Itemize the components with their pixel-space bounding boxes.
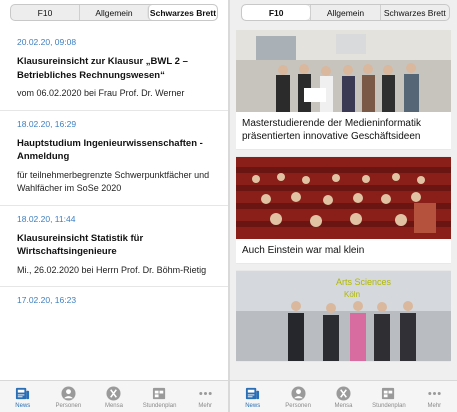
tab-mehr[interactable]: Mehr — [412, 381, 457, 412]
news-date: 17.02.20, 16:23 — [17, 295, 77, 305]
news-date: 18.02.20, 16:29 — [17, 118, 77, 129]
list-item[interactable]: 18.02.20, 11:44 Klausureinsicht Statisti… — [0, 206, 228, 287]
tab-personen[interactable]: Personen — [275, 381, 320, 412]
news-icon — [16, 387, 30, 400]
tab-stundenplan[interactable]: Stundenplan — [366, 381, 411, 412]
tab-news[interactable]: News — [230, 381, 275, 412]
news-card[interactable]: Auch Einstein war mal klein — [236, 157, 451, 263]
segmented-control: F10 Allgemein Schwarzes Brett — [10, 4, 218, 21]
more-icon — [198, 392, 212, 395]
person-icon — [61, 386, 76, 401]
right-screen: F10 Allgemein Schwarzes Brett Masterstud… — [230, 0, 457, 412]
tab-label: Personen — [285, 403, 311, 409]
news-body: für teilnehmerbegrenzte Schwerpunktfäche… — [17, 169, 210, 194]
tab-label: Mensa — [104, 403, 123, 409]
news-list[interactable]: 20.02.20, 09:08 Klausureinsicht zur Klau… — [0, 29, 228, 355]
group-photo — [236, 30, 451, 112]
news-title: Klausureinsicht zur Klausur „BWL 2 – Bet… — [17, 56, 188, 81]
mensa-icon — [106, 386, 122, 401]
mensa-icon — [336, 386, 351, 401]
tab-label: News — [245, 403, 261, 409]
segmented-control: F10 Allgemein Schwarzes Brett — [241, 4, 450, 21]
timetable-icon — [382, 387, 395, 400]
lecture-hall-photo — [236, 157, 451, 239]
news-card[interactable]: Arts Sciences Köln — [236, 271, 451, 361]
tab-label: Personen — [55, 403, 82, 409]
list-item[interactable]: 17.02.20, 16:23 — [0, 287, 228, 322]
card-title: Masterstudierende der Medieninformatik p… — [242, 118, 421, 142]
tab-news[interactable]: News — [0, 381, 46, 412]
sign-text: Köln — [344, 290, 360, 299]
list-item[interactable]: 18.02.20, 16:29 Hauptstudium Ingenieurwi… — [0, 111, 228, 206]
news-body: vom 06.02.2020 bei Frau Prof. Dr. Werner — [17, 88, 185, 98]
news-cards[interactable]: Masterstudierende der Medieninformatik p… — [236, 30, 451, 380]
news-date: 20.02.20, 09:08 — [17, 37, 77, 47]
person-icon — [291, 386, 306, 401]
tab-mensa[interactable]: Mensa — [321, 381, 366, 412]
news-body: Mi., 26.02.2020 bei Herrn Prof. Dr. Böhm… — [17, 264, 207, 275]
news-card[interactable]: Masterstudierende der Medieninformatik p… — [236, 30, 451, 149]
tab-bar: News Personen Mensa Stundenplan Mehr — [0, 380, 228, 412]
news-title: Klausureinsicht Statistik für Wirtschaft… — [17, 232, 144, 258]
tab-bar: News Personen Mensa Stundenplan Mehr — [230, 380, 457, 412]
segment-f10[interactable]: F10 — [242, 5, 311, 20]
left-screen: F10 Allgemein Schwarzes Brett 20.02.20, … — [0, 0, 228, 412]
more-icon — [428, 392, 441, 395]
news-icon — [246, 387, 260, 400]
tab-label: News — [15, 403, 31, 409]
tab-label: Mensa — [334, 403, 353, 409]
sign-text: Arts Sciences — [336, 277, 392, 287]
timetable-icon — [153, 387, 166, 400]
segment-schwarzes-brett[interactable]: Schwarzes Brett — [148, 5, 217, 20]
tab-mehr[interactable]: Mehr — [182, 381, 228, 412]
segment-schwarzes-brett[interactable]: Schwarzes Brett — [379, 5, 449, 20]
tab-label: Stundenplan — [372, 403, 406, 409]
news-title: Hauptstudium Ingenieurwissenschaften - A… — [17, 137, 203, 163]
segment-allgemein[interactable]: Allgemein — [79, 5, 148, 20]
tab-label: Mehr — [198, 403, 212, 409]
list-item[interactable]: 20.02.20, 09:08 Klausureinsicht zur Klau… — [0, 29, 228, 111]
card-title: Auch Einstein war mal klein — [242, 245, 365, 256]
tab-mensa[interactable]: Mensa — [91, 381, 137, 412]
segment-f10[interactable]: F10 — [11, 5, 79, 20]
tab-label: Stundenplan — [142, 403, 177, 409]
news-date: 18.02.20, 11:44 — [17, 213, 76, 224]
tab-label: Mehr — [427, 403, 442, 409]
tab-personen[interactable]: Personen — [46, 381, 92, 412]
campus-group-photo: Arts Sciences Köln — [236, 271, 451, 361]
tab-stundenplan[interactable]: Stundenplan — [137, 381, 183, 412]
segment-allgemein[interactable]: Allgemein — [310, 5, 379, 20]
